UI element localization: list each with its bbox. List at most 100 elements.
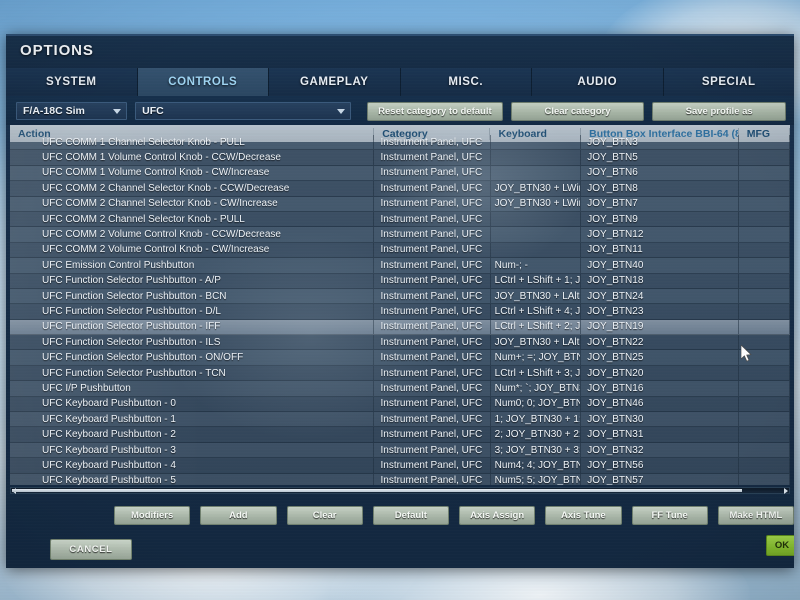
cell-bbi: JOY_BTN25 [581,350,739,365]
tab-controls[interactable]: CONTROLS [137,68,269,96]
table-row[interactable]: UFC COMM 1 Volume Control Knob - CW/Incr… [10,165,790,182]
cell-action: UFC COMM 1 Volume Control Knob - CW/Incr… [10,165,375,181]
selector-row: F/A-18C Sim UFC Reset category to defaul… [6,96,794,125]
cell-keyboard: Num4; 4; JOY_BTN30 + [491,458,582,473]
table-row[interactable]: UFC COMM 1 Channel Selector Knob - PULL I… [10,135,790,151]
cell-keyboard: JOY_BTN30 + LAlt + L [491,335,582,350]
cell-action: UFC COMM 1 Volume Control Knob - CCW/Dec… [10,150,375,165]
cell-mfg [739,396,790,412]
table-row[interactable]: UFC Function Selector Pushbutton - A/P In… [10,273,790,289]
cell-keyboard: LCtrl + LShift + 1; JOY [491,273,582,288]
aircraft-dropdown[interactable]: F/A-18C Sim [16,102,128,120]
cell-mfg [739,304,790,319]
axis-assign-button[interactable]: Axis Assign [459,505,536,525]
cell-keyboard: 2; JOY_BTN30 + 2; Nur [491,427,582,442]
cell-action: UFC COMM 1 Channel Selector Knob - PULL [10,135,375,150]
axis-tune-button[interactable]: Axis Tune [545,505,622,525]
cell-category: Instrument Panel, UFC [374,150,491,165]
cell-action: UFC I/P Pushbutton [10,381,375,396]
tab-audio[interactable]: AUDIO [532,68,664,96]
cell-keyboard: JOY_BTN30 + LWin + I [491,181,582,196]
cell-keyboard [491,211,582,227]
table-row[interactable]: UFC COMM 2 Volume Control Knob - CW/Incr… [10,242,790,259]
cell-action: UFC Keyboard Pushbutton - 0 [10,396,375,412]
table-row[interactable]: UFC Function Selector Pushbutton - BCN In… [10,288,790,305]
add-button[interactable]: Add [200,505,277,525]
table-row[interactable]: UFC COMM 2 Volume Control Knob - CCW/Dec… [10,227,790,243]
table-row[interactable]: UFC Keyboard Pushbutton - 2 Instrument Pa… [10,427,790,443]
cell-category: Instrument Panel, UFC [374,473,491,485]
cell-mfg [739,135,790,150]
cell-bbi: JOY_BTN5 [581,150,739,165]
table-row[interactable]: UFC Function Selector Pushbutton - ON/OF… [10,350,790,366]
clear-category-button[interactable]: Clear category [510,101,645,121]
cell-mfg [739,150,790,165]
cell-category: Instrument Panel, UFC [374,381,491,396]
table-row[interactable]: UFC COMM 2 Channel Selector Knob - CCW/D… [10,181,790,197]
make-html-button[interactable]: Make HTML [717,505,794,525]
cell-action: UFC Function Selector Pushbutton - A/P [10,273,375,288]
ok-button[interactable]: OK [766,535,794,556]
scrollbar-thumb[interactable] [12,489,742,492]
chevron-down-icon [113,109,122,114]
cell-category: Instrument Panel, UFC [374,350,491,365]
clear-button[interactable]: Clear [286,505,363,525]
title-bar: OPTIONS [6,36,794,68]
cell-category: Instrument Panel, UFC [374,211,491,227]
cell-mfg [739,412,790,427]
options-window: OPTIONS SYSTEM CONTROLS GAMEPLAY MISC. A… [6,34,794,568]
table-row[interactable]: UFC Emission Control Pushbutton Instrumen… [10,258,790,274]
table-row[interactable]: UFC Function Selector Pushbutton - ILS In… [10,335,790,351]
table-row[interactable]: UFC Keyboard Pushbutton - 5 Instrument Pa… [10,473,790,485]
default-button[interactable]: Default [372,505,449,525]
cell-keyboard: JOY_BTN30 + LWin + I [491,196,582,211]
cell-keyboard: JOY_BTN30 + LAlt + L [491,288,582,304]
modifiers-button[interactable]: Modifiers [114,505,191,525]
bindings-table: Action Category Keyboard Button Box Inte… [10,125,790,485]
table-row[interactable]: UFC Function Selector Pushbutton - TCN In… [10,365,790,382]
cell-action: UFC Keyboard Pushbutton - 1 [10,412,375,427]
reset-category-to-default-button[interactable]: Reset category to default [367,101,503,121]
table-row[interactable]: UFC COMM 1 Volume Control Knob - CCW/Dec… [10,150,790,166]
cell-keyboard: Num*; `; JOY_BTN31 + [491,381,582,396]
cell-keyboard: LCtrl + LShift + 2; JOY [491,319,582,335]
save-profile-as-button[interactable]: Save profile as [652,101,786,121]
cancel-button[interactable]: CANCEL [50,539,132,560]
cell-keyboard [491,227,582,242]
cell-mfg [739,181,790,196]
scroll-right-arrow-icon[interactable] [784,488,788,494]
cell-action: UFC Keyboard Pushbutton - 5 [10,473,375,485]
table-row[interactable]: UFC Keyboard Pushbutton - 4 Instrument Pa… [10,458,790,474]
table-body: UFC COMM 1 Channel Selector Knob - PULL I… [10,135,790,485]
tab-gameplay[interactable]: GAMEPLAY [269,68,401,96]
ff-tune-button[interactable]: FF Tune [631,505,708,525]
table-row[interactable]: UFC I/P Pushbutton Instrument Panel, UFC N… [10,381,790,397]
cell-action: UFC Function Selector Pushbutton - IFF [10,319,375,335]
table-row[interactable]: UFC Keyboard Pushbutton - 1 Instrument Pa… [10,412,790,428]
tab-special[interactable]: SPECIAL [663,68,794,96]
table-row[interactable]: UFC Keyboard Pushbutton - 3 Instrument Pa… [10,442,790,459]
cell-category: Instrument Panel, UFC [374,396,491,412]
cell-bbi: JOY_BTN18 [581,273,739,288]
table-row[interactable]: UFC COMM 2 Channel Selector Knob - PULL I… [10,211,790,228]
chevron-down-icon [337,109,346,114]
cell-bbi: JOY_BTN12 [581,227,739,242]
cell-bbi: JOY_BTN6 [581,165,739,181]
table-row[interactable]: UFC Function Selector Pushbutton - D/L In… [10,304,790,320]
cell-bbi: JOY_BTN16 [581,381,739,396]
tab-misc[interactable]: MISC. [400,68,532,96]
cell-keyboard: 1; JOY_BTN30 + 1; Nu [491,412,582,427]
cell-mfg [739,319,790,335]
tab-system[interactable]: SYSTEM [6,68,138,96]
table-row[interactable]: UFC Function Selector Pushbutton - IFF In… [10,319,790,336]
cell-category: Instrument Panel, UFC [374,196,491,211]
cell-category: Instrument Panel, UFC [374,442,491,458]
cell-bbi: JOY_BTN11 [581,242,739,258]
horizontal-scrollbar[interactable] [10,487,790,494]
cell-keyboard: Num-; - [491,258,582,273]
cell-action: UFC Keyboard Pushbutton - 3 [10,442,375,458]
table-row[interactable]: UFC Keyboard Pushbutton - 0 Instrument Pa… [10,396,790,413]
category-dropdown[interactable]: UFC [135,102,352,120]
cell-mfg [739,427,790,442]
table-row[interactable]: UFC COMM 2 Channel Selector Knob - CW/In… [10,196,790,212]
